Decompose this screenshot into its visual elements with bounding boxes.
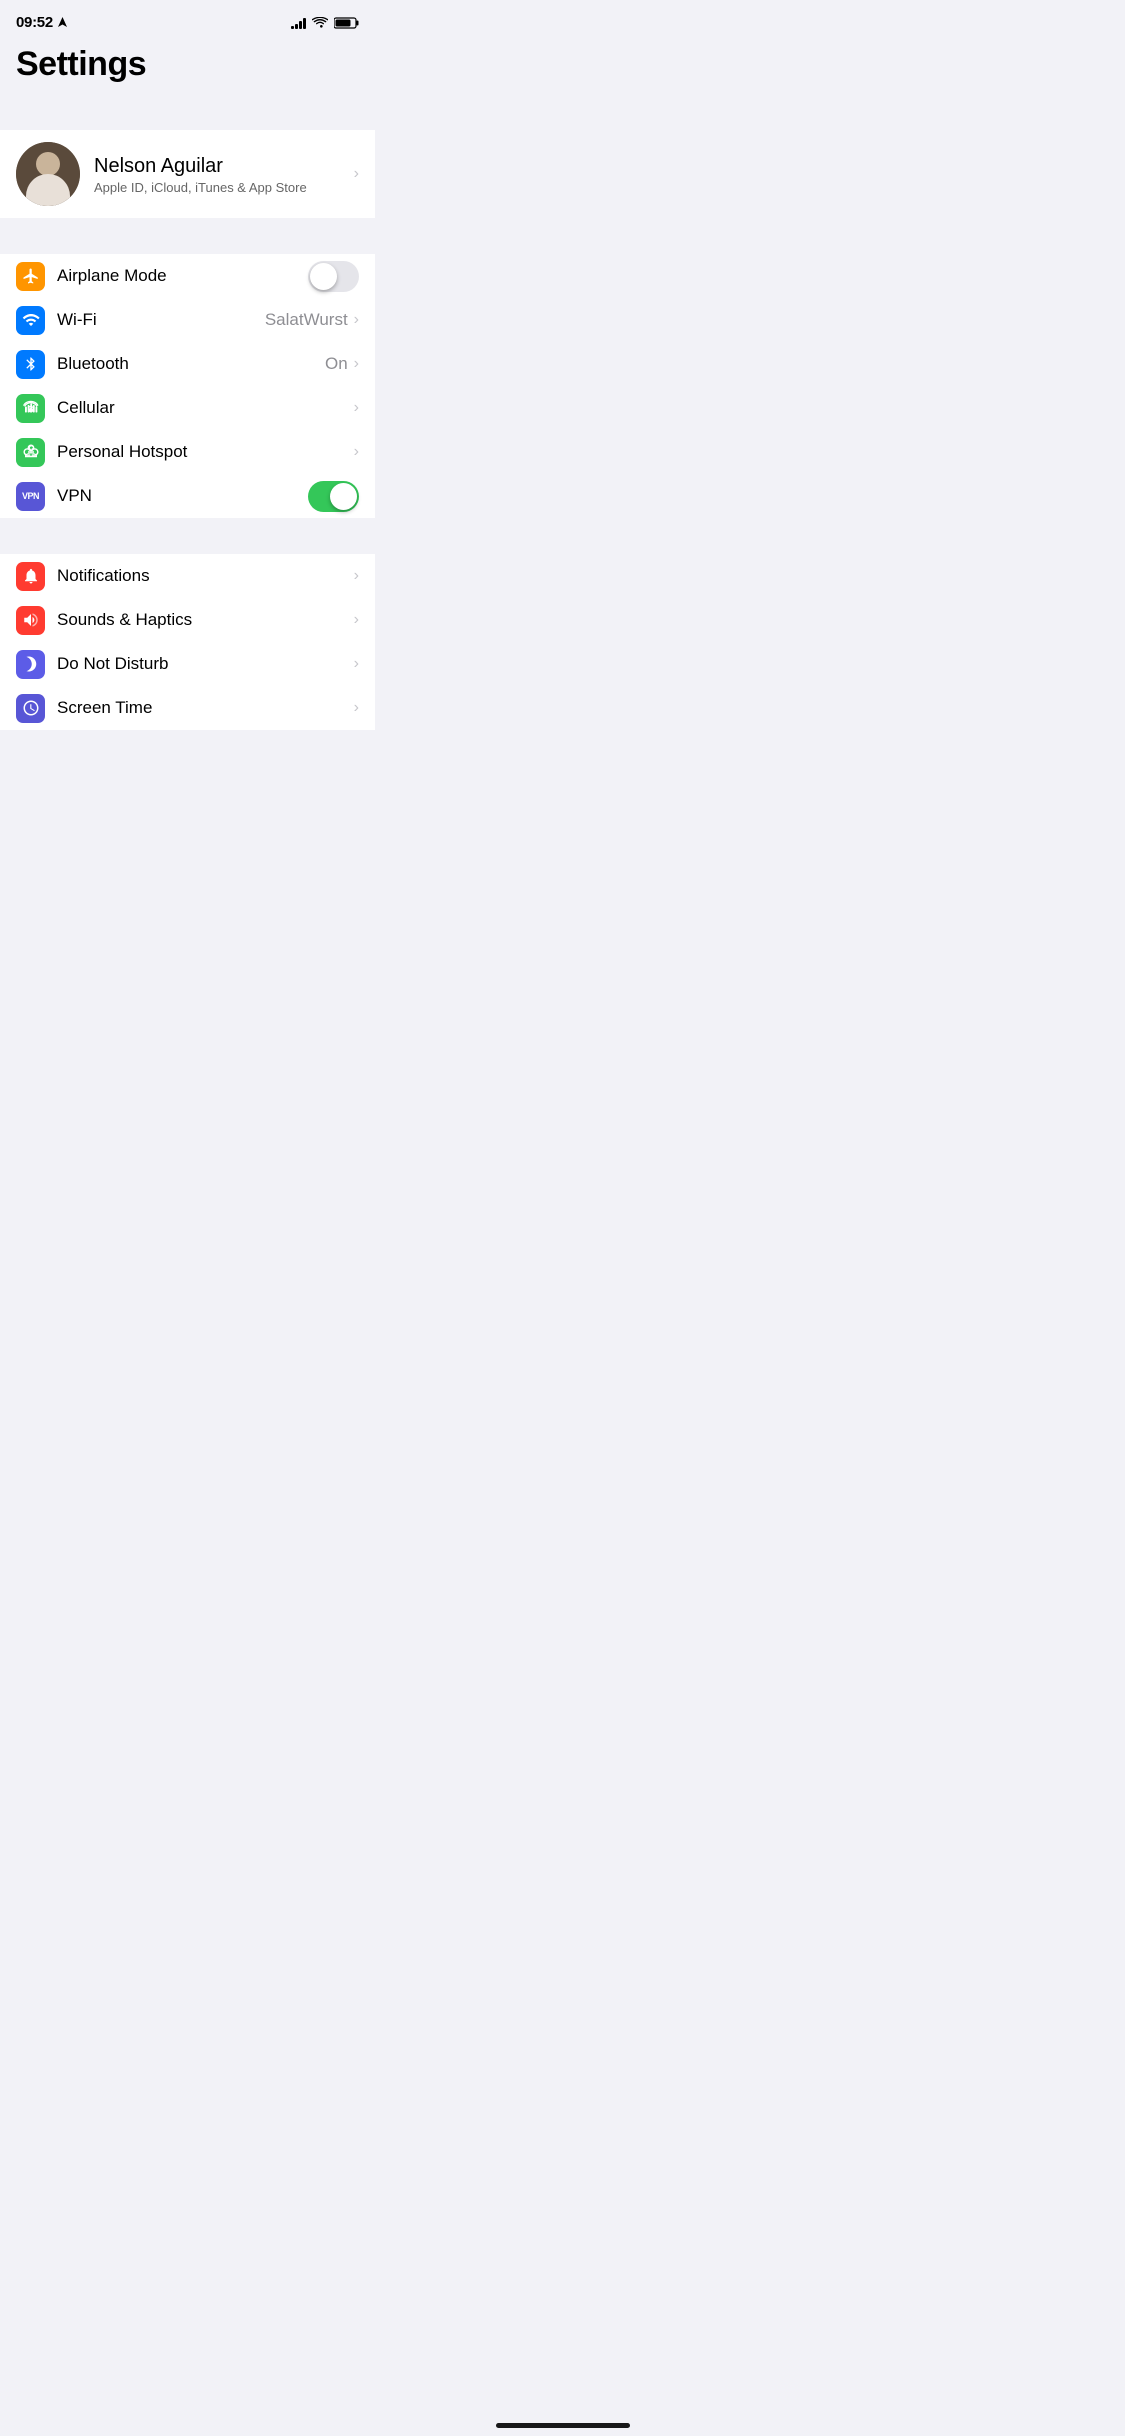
time-display: 09:52 — [16, 14, 53, 31]
settings-row-wifi[interactable]: Wi-Fi SalatWurst › — [0, 298, 375, 342]
wifi-label: Wi-Fi — [57, 310, 265, 330]
vpn-label: VPN — [57, 486, 308, 506]
hotspot-chevron: › — [354, 443, 359, 461]
settings-row-bluetooth[interactable]: Bluetooth On › — [0, 342, 375, 386]
sounds-label: Sounds & Haptics — [57, 610, 354, 630]
settings-row-cellular[interactable]: Cellular › — [0, 386, 375, 430]
status-time: 09:52 — [16, 14, 67, 31]
sounds-chevron: › — [354, 611, 359, 629]
home-indicator — [496, 2423, 630, 2428]
wifi-status-icon — [312, 17, 328, 29]
airplane-mode-label: Airplane Mode — [57, 266, 308, 286]
profile-subtitle: Apple ID, iCloud, iTunes & App Store — [94, 180, 340, 195]
settings-row-notifications[interactable]: Notifications › — [0, 554, 375, 598]
notifications-section: Notifications › Sounds & Haptics › Do No… — [0, 554, 375, 730]
avatar — [16, 142, 80, 206]
airplane-mode-toggle-knob — [310, 263, 337, 290]
page-title: Settings — [16, 45, 359, 84]
cellular-icon — [16, 394, 45, 423]
settings-row-airplane-mode[interactable]: Airplane Mode — [0, 254, 375, 298]
bluetooth-value: On — [325, 354, 348, 374]
dnd-label: Do Not Disturb — [57, 654, 354, 674]
cellular-chevron: › — [354, 399, 359, 417]
bluetooth-icon — [16, 350, 45, 379]
page-header: Settings — [0, 37, 375, 94]
vpn-toggle-knob — [330, 483, 357, 510]
sounds-icon — [16, 606, 45, 635]
hotspot-label: Personal Hotspot — [57, 442, 354, 462]
settings-row-dnd[interactable]: Do Not Disturb › — [0, 642, 375, 686]
section-divider-connectivity-bottom — [0, 518, 375, 554]
settings-row-sounds[interactable]: Sounds & Haptics › — [0, 598, 375, 642]
settings-row-screen-time[interactable]: Screen Time › — [0, 686, 375, 730]
vpn-toggle[interactable] — [308, 481, 359, 512]
screen-time-label: Screen Time — [57, 698, 354, 718]
airplane-mode-icon — [16, 262, 45, 291]
profile-chevron: › — [354, 165, 359, 183]
notifications-icon — [16, 562, 45, 591]
profile-row[interactable]: Nelson Aguilar Apple ID, iCloud, iTunes … — [0, 130, 375, 218]
settings-row-hotspot[interactable]: Personal Hotspot › — [0, 430, 375, 474]
battery-icon — [334, 17, 359, 29]
screen-time-chevron: › — [354, 699, 359, 717]
status-icons — [291, 17, 359, 29]
airplane-mode-toggle[interactable] — [308, 261, 359, 292]
notifications-chevron: › — [354, 567, 359, 585]
profile-section: Nelson Aguilar Apple ID, iCloud, iTunes … — [0, 130, 375, 218]
signal-icon — [291, 17, 306, 29]
section-divider-profile-top — [0, 94, 375, 130]
dnd-chevron: › — [354, 655, 359, 673]
bottom-spacer — [0, 730, 375, 780]
location-icon — [58, 17, 67, 28]
wifi-icon — [16, 306, 45, 335]
notifications-label: Notifications — [57, 566, 354, 586]
screen-time-icon — [16, 694, 45, 723]
bluetooth-label: Bluetooth — [57, 354, 325, 374]
status-bar: 09:52 — [0, 0, 375, 37]
hotspot-icon — [16, 438, 45, 467]
connectivity-section: Airplane Mode Wi-Fi SalatWurst › Bluetoo… — [0, 254, 375, 518]
cellular-label: Cellular — [57, 398, 354, 418]
settings-row-vpn[interactable]: VPN VPN — [0, 474, 375, 518]
wifi-chevron: › — [354, 311, 359, 329]
section-divider-profile-bottom — [0, 218, 375, 254]
bluetooth-chevron: › — [354, 355, 359, 373]
avatar-image — [16, 142, 80, 206]
wifi-value: SalatWurst — [265, 310, 348, 330]
profile-name: Nelson Aguilar — [94, 154, 340, 178]
dnd-icon — [16, 650, 45, 679]
vpn-icon: VPN — [16, 482, 45, 511]
profile-info: Nelson Aguilar Apple ID, iCloud, iTunes … — [94, 154, 340, 195]
